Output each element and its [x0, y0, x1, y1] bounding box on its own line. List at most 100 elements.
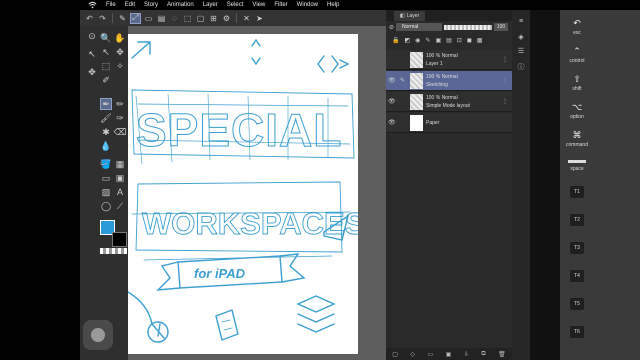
option-key[interactable]: ⌥ option	[560, 102, 594, 120]
new-raster-layer-icon[interactable]: ▢	[392, 351, 398, 358]
transform-icon[interactable]: ⤢	[130, 12, 141, 24]
delete-icon[interactable]: 🗑	[498, 351, 506, 358]
eraser-tool-icon[interactable]: ⌫	[114, 126, 127, 138]
opacity-slider[interactable]	[444, 24, 493, 30]
brush-tool-icon[interactable]: 🖌	[100, 112, 112, 124]
t6-key[interactable]: T6	[570, 326, 584, 338]
text-tool-icon[interactable]: A	[114, 186, 126, 198]
pen-cursor-icon[interactable]: ✎	[117, 13, 128, 24]
blend-mode-select[interactable]: Normal	[396, 23, 443, 31]
blend-tool-icon[interactable]: 💧	[100, 140, 112, 152]
layer-property-icon[interactable]: ◈	[516, 32, 526, 42]
lock-icon[interactable]: 🔒	[392, 37, 399, 44]
menu-animation[interactable]: Animation	[167, 2, 194, 8]
tab-layer[interactable]: ◧ Layer	[394, 11, 426, 21]
control-key[interactable]: ⌃ control	[560, 46, 594, 64]
settings-icon[interactable]: ⚙	[221, 13, 232, 24]
lasso-icon[interactable]: ◌	[169, 13, 180, 24]
menu-edit[interactable]: Edit	[125, 2, 135, 8]
menu-view[interactable]: View	[252, 2, 265, 8]
pen-tool-icon[interactable]: ✒	[100, 98, 112, 110]
sub-color-swatch[interactable]	[112, 232, 127, 247]
pencil-tool-icon[interactable]: ✏	[114, 98, 126, 110]
deselect-icon[interactable]: ▢	[195, 13, 206, 24]
layer-menu-icon[interactable]: ⋮	[502, 56, 508, 63]
space-key[interactable]: space	[560, 160, 594, 172]
ruler-tool-icon[interactable]: ▨	[100, 186, 112, 198]
close-icon[interactable]: ✕	[241, 13, 252, 24]
eye-icon[interactable]: 👁	[388, 98, 396, 105]
layer-row-selected[interactable]: 👁 ✎ 100 % Normal Sketching ⋮	[386, 71, 512, 91]
fill-tool-icon[interactable]: 🪣	[100, 158, 112, 170]
panel-list-icon[interactable]: ☰	[516, 46, 526, 56]
t1-key[interactable]: T1	[570, 186, 584, 198]
zoom-icon[interactable]: 🔍	[100, 32, 112, 44]
mask-icon[interactable]: ▣	[446, 351, 452, 358]
eye-icon[interactable]: 👁	[388, 119, 396, 126]
modifier-touch-button[interactable]	[83, 320, 113, 350]
info-icon[interactable]: ⓘ	[516, 62, 526, 72]
move-layer-icon[interactable]: ✥	[114, 46, 126, 58]
fill-icon[interactable]: ▤	[156, 13, 167, 24]
move-tool-icon[interactable]: ✥	[86, 66, 98, 78]
canvas-area[interactable]: SPECIAL WORKSPACES for iPAD	[128, 26, 386, 360]
airbrush-tool-icon[interactable]: ✑	[114, 112, 126, 124]
menu-story[interactable]: Story	[144, 2, 158, 8]
layer-row[interactable]: 👁 100 % Normal Simple Mode layout ⋮	[386, 92, 512, 112]
lock-alpha-icon[interactable]: ▤	[446, 37, 452, 44]
shift-key[interactable]: ⇧ shift	[560, 74, 594, 92]
layer-row[interactable]: 100 % Normal Layer 1 ⋮	[386, 50, 512, 70]
invert-icon[interactable]: ⊞	[208, 13, 219, 24]
layer-row[interactable]: 👁 Paper	[386, 113, 512, 133]
menu-select[interactable]: Select	[227, 2, 244, 8]
draft-icon[interactable]: ✎	[425, 37, 430, 44]
new-folder-icon[interactable]: ▭	[428, 351, 434, 358]
marquee-icon[interactable]: ⬚	[100, 60, 112, 72]
auto-select-icon[interactable]: ✧	[114, 60, 126, 72]
menu-layer[interactable]: Layer	[203, 2, 218, 8]
operation-tool-icon[interactable]: ↖	[86, 48, 98, 60]
decoration-tool-icon[interactable]: ✱	[100, 126, 112, 138]
balloon-tool-icon[interactable]: ◯	[100, 200, 112, 212]
select-icon[interactable]: ⬚	[182, 13, 193, 24]
mask-icon[interactable]: ▣	[435, 37, 441, 44]
layer-color-icon[interactable]: ▦	[477, 37, 483, 44]
clip-icon[interactable]: ⊘	[389, 24, 394, 31]
opacity-value[interactable]: 100	[494, 23, 509, 31]
hand-icon[interactable]: ✋	[114, 32, 126, 44]
t2-key[interactable]: T2	[570, 214, 584, 226]
palette-color-icon[interactable]: ◼	[467, 37, 472, 44]
frame-tool-icon[interactable]: ▣	[114, 172, 126, 184]
t3-key[interactable]: T3	[570, 242, 584, 254]
t4-key[interactable]: T4	[570, 270, 584, 282]
cursor-icon[interactable]: ➤	[254, 13, 265, 24]
copy-icon[interactable]: ⧉	[481, 351, 485, 358]
redo-icon[interactable]: ↷	[97, 13, 108, 24]
reference-icon[interactable]: ◉	[415, 37, 420, 44]
zoom-tool-icon[interactable]: ⊙	[86, 30, 98, 42]
merge-icon[interactable]: ⇩	[464, 351, 469, 358]
menu-file[interactable]: File	[106, 2, 116, 8]
undo-icon[interactable]: ↶	[84, 13, 95, 24]
eyedropper-icon[interactable]: ✐	[100, 74, 112, 86]
layer-menu-icon[interactable]: ⋮	[502, 98, 508, 105]
figure-tool-icon[interactable]: ▭	[100, 172, 112, 184]
menu-window[interactable]: Window	[297, 2, 318, 8]
clip-layer-icon[interactable]: ◩	[404, 37, 410, 44]
menu-filter[interactable]: Filter	[274, 2, 287, 8]
transparent-color-swatch[interactable]	[100, 248, 127, 254]
line-tool-icon[interactable]: ⟋	[114, 200, 126, 212]
select-arrow-icon[interactable]: ↖	[100, 46, 112, 58]
clear-icon[interactable]: ▭	[143, 13, 154, 24]
panel-menu-icon[interactable]: ≡	[516, 16, 526, 26]
menu-help[interactable]: Help	[327, 2, 339, 8]
t5-key[interactable]: T5	[570, 298, 584, 310]
canvas-paper[interactable]: SPECIAL WORKSPACES for iPAD	[128, 34, 358, 354]
eye-icon[interactable]: 👁	[388, 77, 396, 84]
command-key[interactable]: ⌘ command	[560, 130, 594, 148]
esc-key[interactable]: ↶ esc	[560, 18, 594, 36]
gradient-tool-icon[interactable]: ▦	[114, 158, 126, 170]
layer-menu-icon[interactable]: ⋮	[502, 77, 508, 84]
new-vector-layer-icon[interactable]: ◇	[410, 351, 415, 358]
ruler-icon[interactable]: ⊡	[457, 37, 462, 44]
